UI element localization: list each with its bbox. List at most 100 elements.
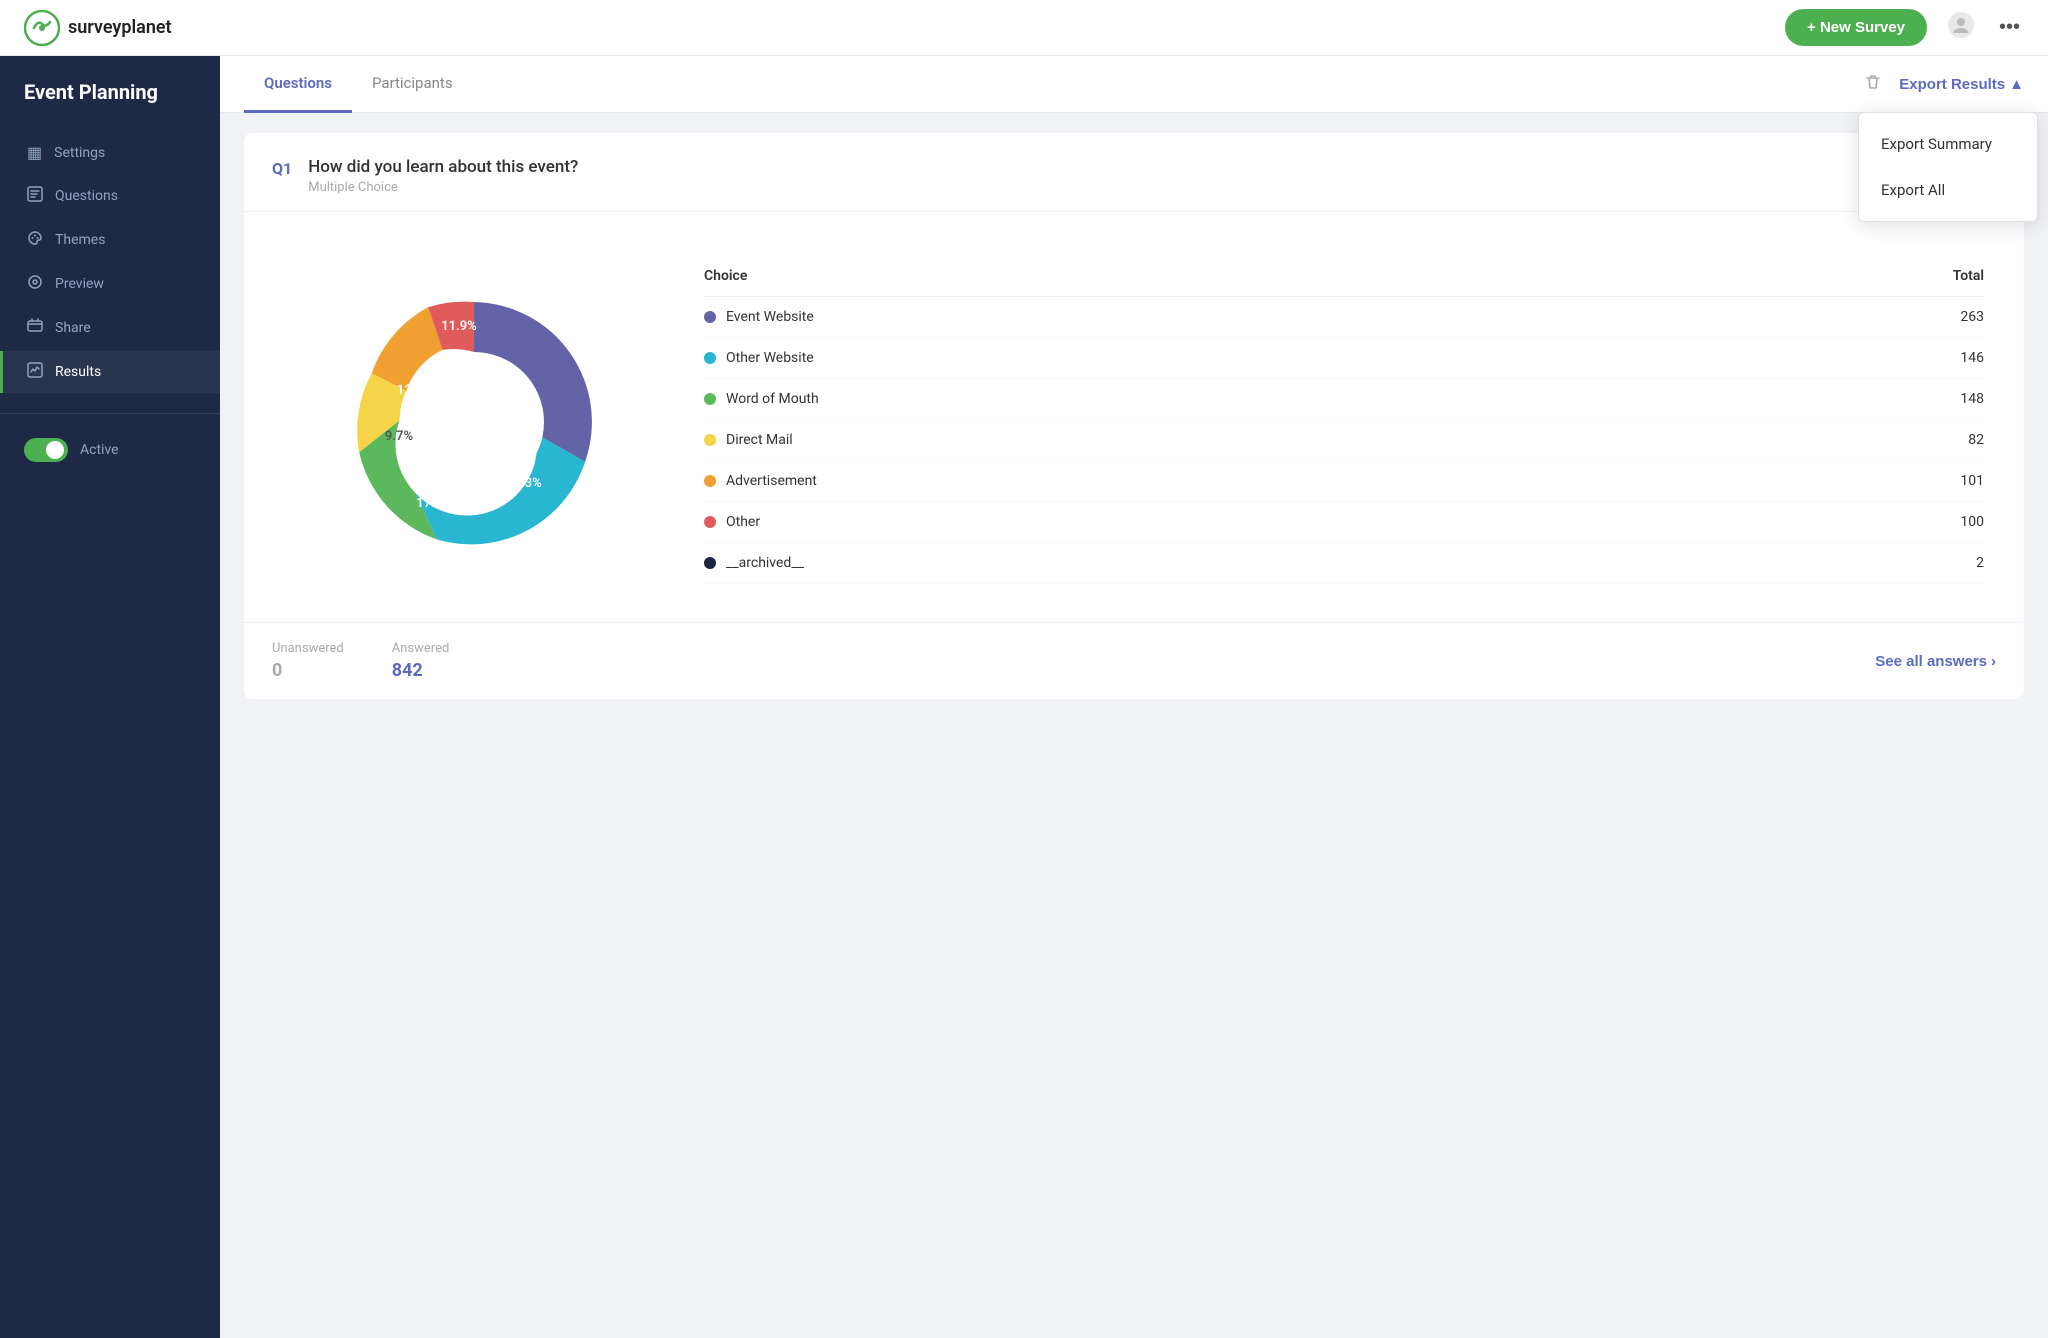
legend-header: Choice Total	[704, 260, 1984, 297]
sidebar-item-questions[interactable]: Questions	[0, 175, 220, 217]
total-column-header: Total	[1904, 268, 1984, 284]
legend-dot	[704, 311, 716, 323]
choice-label: Advertisement	[726, 473, 817, 489]
legend-choice: Direct Mail	[704, 432, 1904, 448]
choice-label: Direct Mail	[726, 432, 793, 448]
unanswered-value: 0	[272, 660, 344, 681]
active-toggle[interactable]	[24, 438, 68, 462]
sidebar-item-label: Share	[55, 320, 91, 336]
questions-icon	[27, 186, 43, 206]
chevron-right-icon: ›	[1991, 653, 1996, 670]
legend-choice: Other Website	[704, 350, 1904, 366]
main-layout: Event Planning ▦ Settings Questions Them…	[0, 56, 2048, 1338]
legend-row: Advertisement 101	[704, 461, 1984, 502]
donut-svg: 31.2% 17.3% 17.6% 9.7% 12% 11.9%	[304, 252, 644, 592]
sidebar-item-themes[interactable]: Themes	[0, 219, 220, 261]
choice-label: Other Website	[726, 350, 814, 366]
answered-stat: Answered 842	[392, 641, 450, 681]
legend-table: Choice Total Event Website 263	[704, 260, 1984, 584]
sidebar-item-label: Settings	[54, 145, 105, 161]
legend-row: Direct Mail 82	[704, 420, 1984, 461]
footer-stats: Unanswered 0 Answered 842	[272, 641, 449, 681]
sidebar-item-results[interactable]: Results	[0, 351, 220, 393]
logo-text: surveyplanet	[68, 17, 172, 38]
export-dropdown: Export Summary Export All	[1858, 112, 2038, 222]
export-all-option[interactable]: Export All	[1859, 167, 2037, 213]
question-info: How did you learn about this event? Mult…	[308, 157, 578, 195]
sidebar-nav: ▦ Settings Questions Themes Preview	[0, 132, 220, 393]
donut-chart: 31.2% 17.3% 17.6% 9.7% 12% 11.9%	[304, 252, 644, 592]
svg-text:31.2%: 31.2%	[506, 396, 542, 411]
question-text: How did you learn about this event?	[308, 157, 578, 177]
legend-row: __archived__ 2	[704, 543, 1984, 584]
chevron-up-icon: ▲	[2009, 76, 2024, 93]
sidebar-item-label: Preview	[55, 276, 104, 292]
sidebar-item-label: Questions	[55, 188, 118, 204]
settings-icon: ▦	[27, 143, 42, 162]
unanswered-label: Unanswered	[272, 641, 344, 656]
tab-participants[interactable]: Participants	[352, 56, 473, 113]
logo-icon	[24, 10, 60, 46]
legend-choice: Word of Mouth	[704, 391, 1904, 407]
sidebar-toggle-area: Active	[0, 438, 220, 462]
legend-row: Word of Mouth 148	[704, 379, 1984, 420]
delete-button[interactable]	[1863, 72, 1883, 97]
sidebar-title: Event Planning	[0, 80, 220, 132]
unanswered-stat: Unanswered 0	[272, 641, 344, 681]
sidebar-item-label: Themes	[55, 232, 105, 248]
export-results-label: Export Results	[1899, 76, 2005, 93]
tab-questions[interactable]: Questions	[244, 56, 352, 113]
legend-total: 101	[1904, 473, 1984, 489]
svg-text:17.6%: 17.6%	[416, 496, 452, 511]
sidebar-item-preview[interactable]: Preview	[0, 263, 220, 305]
legend-choice: Event Website	[704, 309, 1904, 325]
tabs-left: Questions Participants	[244, 56, 473, 112]
question-number: Q1	[272, 159, 292, 178]
results-icon	[27, 362, 43, 382]
legend-row: Other 100	[704, 502, 1984, 543]
question-card: Q1 How did you learn about this event? M…	[244, 133, 2024, 699]
logo-area: surveyplanet	[24, 10, 172, 46]
legend-dot	[704, 516, 716, 528]
new-survey-button[interactable]: + New Survey	[1785, 9, 1927, 46]
answered-value: 842	[392, 660, 450, 681]
sidebar-item-label: Results	[55, 364, 101, 380]
export-results-button[interactable]: Export Results ▲	[1899, 76, 2024, 93]
nav-right: + New Survey •••	[1785, 7, 2024, 49]
choice-label: Other	[726, 514, 760, 530]
user-avatar-button[interactable]	[1943, 7, 1979, 49]
see-all-answers-button[interactable]: See all answers ›	[1875, 653, 1996, 670]
legend-total: 263	[1904, 309, 1984, 325]
see-all-label: See all answers	[1875, 653, 1987, 670]
choice-column-header: Choice	[704, 268, 1904, 284]
choice-label: __archived__	[726, 555, 804, 571]
choice-label: Word of Mouth	[726, 391, 819, 407]
card-footer: Unanswered 0 Answered 842 See all answer…	[244, 622, 2024, 699]
tabs-bar: Questions Participants Export Results ▲ …	[220, 56, 2048, 113]
legend-choice: Other	[704, 514, 1904, 530]
toggle-label: Active	[80, 442, 119, 458]
choice-label: Event Website	[726, 309, 814, 325]
sidebar-item-settings[interactable]: ▦ Settings	[0, 132, 220, 173]
sidebar-divider	[0, 413, 220, 414]
legend-total: 148	[1904, 391, 1984, 407]
legend-total: 146	[1904, 350, 1984, 366]
themes-icon	[27, 230, 43, 250]
legend-choice: Advertisement	[704, 473, 1904, 489]
legend-dot	[704, 434, 716, 446]
svg-text:11.9%: 11.9%	[441, 319, 477, 334]
export-summary-option[interactable]: Export Summary	[1859, 121, 2037, 167]
svg-text:12%: 12%	[397, 383, 422, 398]
question-type: Multiple Choice	[308, 180, 578, 195]
svg-text:17.3%: 17.3%	[506, 476, 542, 491]
legend-row: Other Website 146	[704, 338, 1984, 379]
scroll-area: Q1 How did you learn about this event? M…	[220, 113, 2048, 1338]
more-options-button[interactable]: •••	[1995, 12, 2024, 43]
legend-total: 100	[1904, 514, 1984, 530]
sidebar-item-share[interactable]: Share	[0, 307, 220, 349]
legend-choice: __archived__	[704, 555, 1904, 571]
legend-dot	[704, 557, 716, 569]
legend-dot	[704, 393, 716, 405]
legend-total: 82	[1904, 432, 1984, 448]
share-icon	[27, 318, 43, 338]
